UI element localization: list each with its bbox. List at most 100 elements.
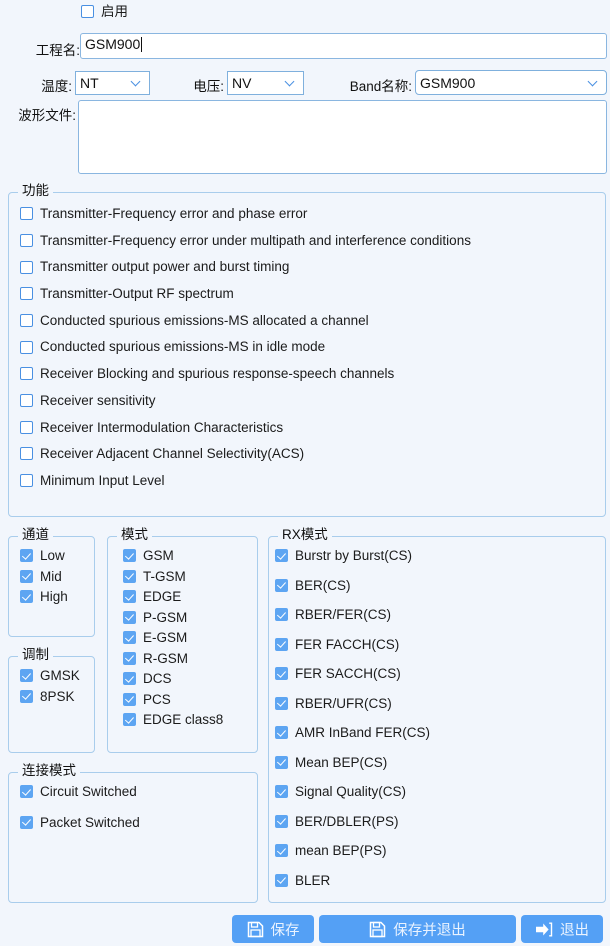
project-config-page: 启用 工程名: GSM900 温度: NT 电压: NV Band名称: GSM… [0,0,610,946]
checkbox-label: BLER [295,872,331,888]
checkbox-8psk[interactable] [20,689,33,703]
checkbox-row[interactable]: R-GSM [123,651,223,666]
checkbox-row[interactable]: Packet Switched [20,814,140,830]
checkbox-row[interactable]: T-GSM [123,569,223,584]
checkbox-burstr-by-burst-cs[interactable] [275,549,288,563]
checkbox-row[interactable]: Transmitter-Frequency error under multip… [20,234,601,248]
exit-button[interactable]: 退出 [521,915,603,943]
checkbox-rber-fer-cs[interactable] [275,608,288,622]
voltage-value: NV [232,75,252,91]
checkbox-row[interactable]: DCS [123,672,223,686]
checkbox-row[interactable]: Receiver sensitivity [20,394,601,408]
voltage-label: 电压: [193,79,224,94]
checkbox-label: Packet Switched [40,814,140,830]
checkbox-conducted-spurious-emissions-ms-allocated-a-channel[interactable] [20,314,33,327]
checkbox-packet-switched[interactable] [20,815,33,829]
save-button[interactable]: 保存 [232,915,314,943]
checkbox-row[interactable]: Circuit Switched [20,785,140,799]
checkbox-row[interactable]: Minimum Input Level [20,474,601,488]
mode-group: 模式 GSM T-GSM EDGE P-GSM E-GSM R-GSM DCS PCS EDGE… [107,528,258,753]
enable-checkbox-row[interactable]: 启用 [81,5,128,19]
checkbox-mean-bep-ps[interactable] [275,844,288,858]
checkbox-row[interactable]: Receiver Blocking and spurious response-… [20,367,601,381]
checkbox-receiver-intermodulation-characteristics[interactable] [20,420,33,434]
band-name-select[interactable]: GSM900 [415,70,607,95]
checkbox-row[interactable]: Conducted spurious emissions-MS in idle … [20,340,601,354]
checkbox-row[interactable]: RBER/UFR(CS) [275,696,430,711]
checkbox-row[interactable]: Transmitter-Output RF spectrum [20,287,601,301]
checkbox-fer-sacch-cs[interactable] [275,667,288,681]
checkbox-transmitter-output-power-and-burst-timing[interactable] [20,260,33,274]
checkbox-rber-ufr-cs[interactable] [275,696,288,710]
checkbox-pcs[interactable] [123,692,136,706]
checkbox-transmitter-output-rf-spectrum[interactable] [20,287,33,301]
checkbox-fer-facch-cs[interactable] [275,637,288,651]
checkbox-circuit-switched[interactable] [20,785,33,799]
chevron-down-icon [132,78,141,87]
checkbox-edge[interactable] [123,590,136,604]
checkbox-row[interactable]: AMR InBand FER(CS) [275,726,430,740]
waveform-file-input[interactable] [78,100,607,174]
checkbox-row[interactable]: mean BEP(PS) [275,844,430,858]
checkbox-label: Signal Quality(CS) [295,784,407,799]
checkbox-row[interactable]: BER(CS) [275,577,430,593]
checkbox-row[interactable]: P-GSM [123,610,223,625]
connection-checkbox-list: Circuit Switched Packet Switched [20,785,140,846]
checkbox-amr-inband-fer-cs[interactable] [275,726,288,740]
checkbox-row[interactable]: High [20,590,68,604]
checkbox-p-gsm[interactable] [123,610,136,624]
checkbox-edge-class8[interactable] [123,713,136,727]
checkbox-receiver-blocking-and-spurious-response-speech-channels[interactable] [20,367,33,381]
checkbox-row[interactable]: GSM [123,549,223,563]
checkbox-gmsk[interactable] [20,669,33,683]
checkbox-r-gsm[interactable] [123,651,136,665]
checkbox-receiver-sensitivity[interactable] [20,394,33,408]
checkbox-row[interactable]: Transmitter output power and burst timin… [20,260,601,274]
checkbox-enable[interactable] [81,5,94,19]
checkbox-bler[interactable] [275,873,288,887]
checkbox-row[interactable]: FER SACCH(CS) [275,667,430,681]
checkbox-label: GMSK [40,668,80,683]
checkbox-row[interactable]: Signal Quality(CS) [275,785,430,799]
checkbox-row[interactable]: FER FACCH(CS) [275,637,430,652]
floppy-disk-icon [247,921,264,938]
checkbox-ber-dbler-ps[interactable] [275,814,288,828]
checkbox-row[interactable]: EDGE [123,590,223,604]
checkbox-row[interactable]: Receiver Intermodulation Characteristics [20,420,601,435]
project-name-input[interactable]: GSM900 [80,33,607,59]
checkbox-low[interactable] [20,549,33,563]
checkbox-row[interactable]: Burstr by Burst(CS) [275,549,430,563]
checkbox-e-gsm[interactable] [123,631,136,645]
save-and-exit-button[interactable]: 保存并退出 [319,915,516,943]
checkbox-row[interactable]: RBER/FER(CS) [275,608,430,622]
checkbox-high[interactable] [20,590,33,604]
checkbox-row[interactable]: Conducted spurious emissions-MS allocate… [20,314,601,328]
checkbox-dcs[interactable] [123,672,136,686]
checkbox-row[interactable]: Low [20,549,68,563]
checkbox-row[interactable]: BLER [275,872,430,888]
checkbox-transmitter-frequency-error-under-multipath-and-interference-conditions[interactable] [20,233,33,247]
checkbox-row[interactable]: EDGE class8 [123,713,223,727]
checkbox-row[interactable]: BER/DBLER(PS) [275,814,430,829]
checkbox-row[interactable]: Mean BEP(CS) [275,755,430,770]
checkbox-row[interactable]: E-GSM [123,631,223,645]
checkbox-minimum-input-level[interactable] [20,474,33,488]
checkbox-signal-quality-cs[interactable] [275,785,288,799]
voltage-select[interactable]: NV [227,71,304,95]
checkbox-conducted-spurious-emissions-ms-in-idle-mode[interactable] [20,340,33,354]
checkbox-transmitter-frequency-error-and-phase-error[interactable] [20,207,33,221]
checkbox-row[interactable]: 8PSK [20,689,80,704]
checkbox-gsm[interactable] [123,549,136,563]
checkbox-row[interactable]: Mid [20,569,68,584]
checkbox-t-gsm[interactable] [123,569,136,583]
checkbox-row[interactable]: Receiver Adjacent Channel Selectivity(AC… [20,447,601,461]
checkbox-row[interactable]: PCS [123,692,223,707]
checkbox-mean-bep-cs[interactable] [275,755,288,769]
checkbox-mid[interactable] [20,569,33,583]
checkbox-row[interactable]: Transmitter-Frequency error and phase er… [20,207,601,221]
checkbox-receiver-adjacent-channel-selectivity-acs[interactable] [20,447,33,461]
checkbox-row[interactable]: GMSK [20,669,80,683]
temperature-select[interactable]: NT [75,71,150,95]
checkbox-ber-cs[interactable] [275,578,288,592]
checkbox-label: BER(CS) [295,577,351,593]
